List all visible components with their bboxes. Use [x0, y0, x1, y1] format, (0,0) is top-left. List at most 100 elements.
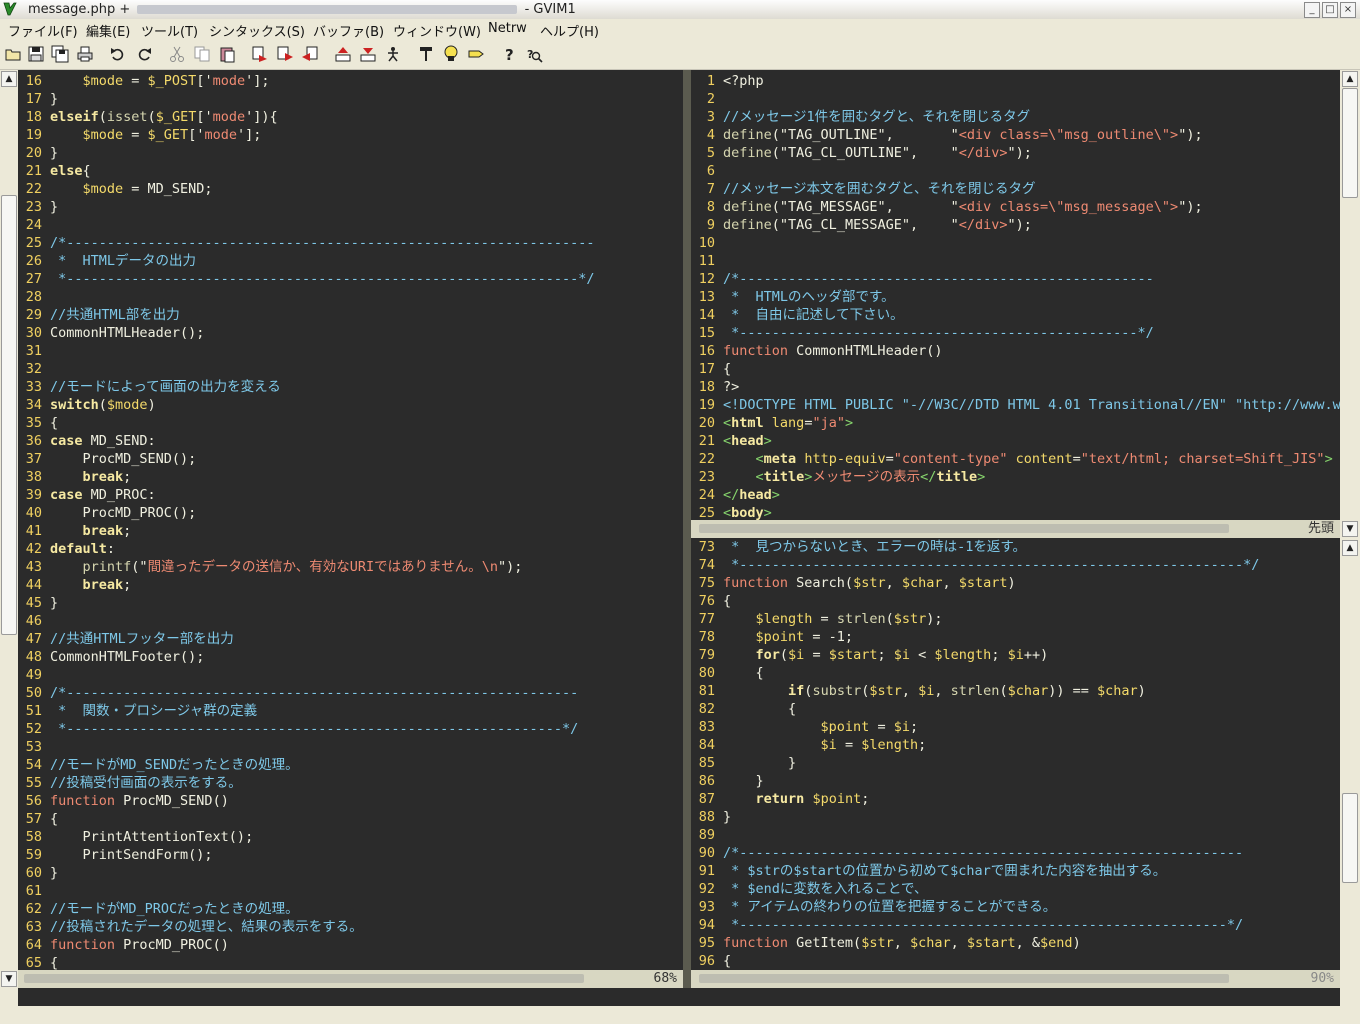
right-bottom-status-line[interactable]: 90%	[691, 970, 1340, 988]
code-line[interactable]: 93 * アイテムの終わりの位置を把握することができる。	[691, 898, 1340, 916]
replace-icon[interactable]	[249, 43, 271, 65]
code-line[interactable]: 41 break;	[18, 522, 683, 540]
code-line[interactable]: 80 {	[691, 664, 1340, 682]
cut-icon[interactable]	[166, 43, 188, 65]
code-line[interactable]: 12 /*------------------------------------…	[691, 270, 1340, 288]
find-prev-icon[interactable]	[299, 43, 321, 65]
code-line[interactable]: 95 function GetItem($str, $char, $start, …	[691, 934, 1340, 952]
code-line[interactable]: 42 default:	[18, 540, 683, 558]
code-line[interactable]: 17 {	[691, 360, 1340, 378]
code-line[interactable]: 28	[18, 288, 683, 306]
code-line[interactable]: 24 </head>	[691, 486, 1340, 504]
code-line[interactable]: 3 //メッセージ1件を囲むタグと、それを閉じるタグ	[691, 108, 1340, 126]
code-line[interactable]: 78 $point = -1;	[691, 628, 1340, 646]
code-line[interactable]: 45}	[18, 594, 683, 612]
print-icon[interactable]	[74, 43, 96, 65]
left-status-line[interactable]: 68%	[18, 970, 683, 988]
code-line[interactable]: 58 PrintAttentionText();	[18, 828, 683, 846]
code-line[interactable]: 57 {	[18, 810, 683, 828]
right-top-scroll-down-button[interactable]: ▼	[1342, 521, 1358, 537]
left-scroll-thumb[interactable]	[1, 195, 17, 635]
tag-jump-icon[interactable]	[465, 43, 487, 65]
load-session-icon[interactable]	[332, 43, 354, 65]
code-line[interactable]: 23 <title>メッセージの表示</title>	[691, 468, 1340, 486]
save-icon[interactable]	[25, 43, 47, 65]
code-line[interactable]: 6	[691, 162, 1340, 180]
right-top-status-line[interactable]: 先頭	[691, 520, 1340, 538]
close-button[interactable]: ×	[1340, 2, 1356, 18]
code-line[interactable]: 48 CommonHTMLFooter();	[18, 648, 683, 666]
right-bottom-scroll-thumb[interactable]	[1342, 793, 1358, 883]
save-all-icon[interactable]	[49, 43, 71, 65]
menu-tools[interactable]: ツール(T)	[141, 21, 198, 40]
code-line[interactable]: 52 *------------------------------------…	[18, 720, 683, 738]
code-line[interactable]: 13 * HTMLのヘッダ部です。	[691, 288, 1340, 306]
code-line[interactable]: 49	[18, 666, 683, 684]
code-line[interactable]: 89	[691, 826, 1340, 844]
code-line[interactable]: 34 switch($mode)	[18, 396, 683, 414]
code-line[interactable]: 81 if(substr($str, $i, strlen($char)) ==…	[691, 682, 1340, 700]
code-line[interactable]: 94 *------------------------------------…	[691, 916, 1340, 934]
code-line[interactable]: 40 ProcMD_PROC();	[18, 504, 683, 522]
make-icon[interactable]	[415, 43, 437, 65]
code-line[interactable]: 8 define("TAG_MESSAGE", "<div class=\"msg…	[691, 198, 1340, 216]
paste-icon[interactable]	[216, 43, 238, 65]
left-editor-pane[interactable]: 16 $mode = $_POST['mode']; 17} 18 elseif(is…	[18, 70, 683, 970]
maximize-button[interactable]: □	[1322, 2, 1338, 18]
open-icon[interactable]	[2, 43, 24, 65]
menu-syntax[interactable]: シンタックス(S)	[209, 21, 305, 40]
code-line[interactable]: 16 $mode = $_POST['mode'];	[18, 72, 683, 90]
code-line[interactable]: 21 <head>	[691, 432, 1340, 450]
undo-icon[interactable]	[107, 43, 129, 65]
code-line[interactable]: 19 <!DOCTYPE HTML PUBLIC "-//W3C//DTD HTM…	[691, 396, 1340, 414]
code-line[interactable]: 74 *------------------------------------…	[691, 556, 1340, 574]
right-top-scroll-thumb[interactable]	[1342, 88, 1358, 198]
find-help-icon[interactable]: ?	[523, 43, 545, 65]
code-line[interactable]: 86 }	[691, 772, 1340, 790]
code-line[interactable]: 77 $length = strlen($str);	[691, 610, 1340, 628]
code-line[interactable]: 33 //モードによって画面の出力を変える	[18, 378, 683, 396]
code-line[interactable]: 14 * 自由に記述して下さい。	[691, 306, 1340, 324]
code-line[interactable]: 17}	[18, 90, 683, 108]
code-line[interactable]: 29 //共通HTML部を出力	[18, 306, 683, 324]
code-line[interactable]: 55 //投稿受付画面の表示をする。	[18, 774, 683, 792]
code-line[interactable]: 92 * $endに変数を入れることで、	[691, 880, 1340, 898]
code-line[interactable]: 51 * 関数・プロシージャ群の定義	[18, 702, 683, 720]
menu-netrw[interactable]: Netrw	[488, 21, 527, 36]
code-line[interactable]: 35 {	[18, 414, 683, 432]
code-line[interactable]: 2	[691, 90, 1340, 108]
code-line[interactable]: 27 *------------------------------------…	[18, 270, 683, 288]
code-line[interactable]: 24	[18, 216, 683, 234]
code-line[interactable]: 60}	[18, 864, 683, 882]
code-line[interactable]: 37 ProcMD_SEND();	[18, 450, 683, 468]
code-line[interactable]: 59 PrintSendForm();	[18, 846, 683, 864]
redo-icon[interactable]	[133, 43, 155, 65]
code-line[interactable]: 54 //モードがMD_SENDだったときの処理。	[18, 756, 683, 774]
code-line[interactable]: 46	[18, 612, 683, 630]
code-line[interactable]: 91 * $strの$startの位置から初めて$charで囲まれた内容を抽出す…	[691, 862, 1340, 880]
code-line[interactable]: 22 <meta http-equiv="content-type" conte…	[691, 450, 1340, 468]
left-scroll-end-button[interactable]: ▼	[1, 971, 17, 987]
code-line[interactable]: 7 //メッセージ本文を囲むタグと、それを閉じるタグ	[691, 180, 1340, 198]
code-line[interactable]: 16 function CommonHTMLHeader()	[691, 342, 1340, 360]
code-line[interactable]: 25 <body>	[691, 504, 1340, 520]
menu-window[interactable]: ウィンドウ(W)	[393, 21, 481, 40]
code-line[interactable]: 87 return $point;	[691, 790, 1340, 808]
code-line[interactable]: 75 function Search($str, $char, $start)	[691, 574, 1340, 592]
code-line[interactable]: 19 $mode = $_GET['mode'];	[18, 126, 683, 144]
copy-icon[interactable]	[191, 43, 213, 65]
code-line[interactable]: 88}	[691, 808, 1340, 826]
right-bottom-scrollbar[interactable]: ▲ ▼	[1340, 538, 1360, 988]
code-line[interactable]: 26 * HTMLデータの出力	[18, 252, 683, 270]
code-line[interactable]: 63 //投稿されたデータの処理と、結果の表示をする。	[18, 918, 683, 936]
code-line[interactable]: 18 elseif(isset($_GET['mode']){	[18, 108, 683, 126]
code-line[interactable]: 62 //モードがMD_PROCだったときの処理。	[18, 900, 683, 918]
code-line[interactable]: 22 $mode = MD_SEND;	[18, 180, 683, 198]
code-line[interactable]: 1 <?php	[691, 72, 1340, 90]
save-session-icon[interactable]	[357, 43, 379, 65]
code-line[interactable]: 23}	[18, 198, 683, 216]
code-line[interactable]: 64 function ProcMD_PROC()	[18, 936, 683, 954]
code-line[interactable]: 39 case MD_PROC:	[18, 486, 683, 504]
menu-edit[interactable]: 編集(E)	[86, 21, 130, 40]
minimize-button[interactable]: _	[1304, 2, 1320, 18]
